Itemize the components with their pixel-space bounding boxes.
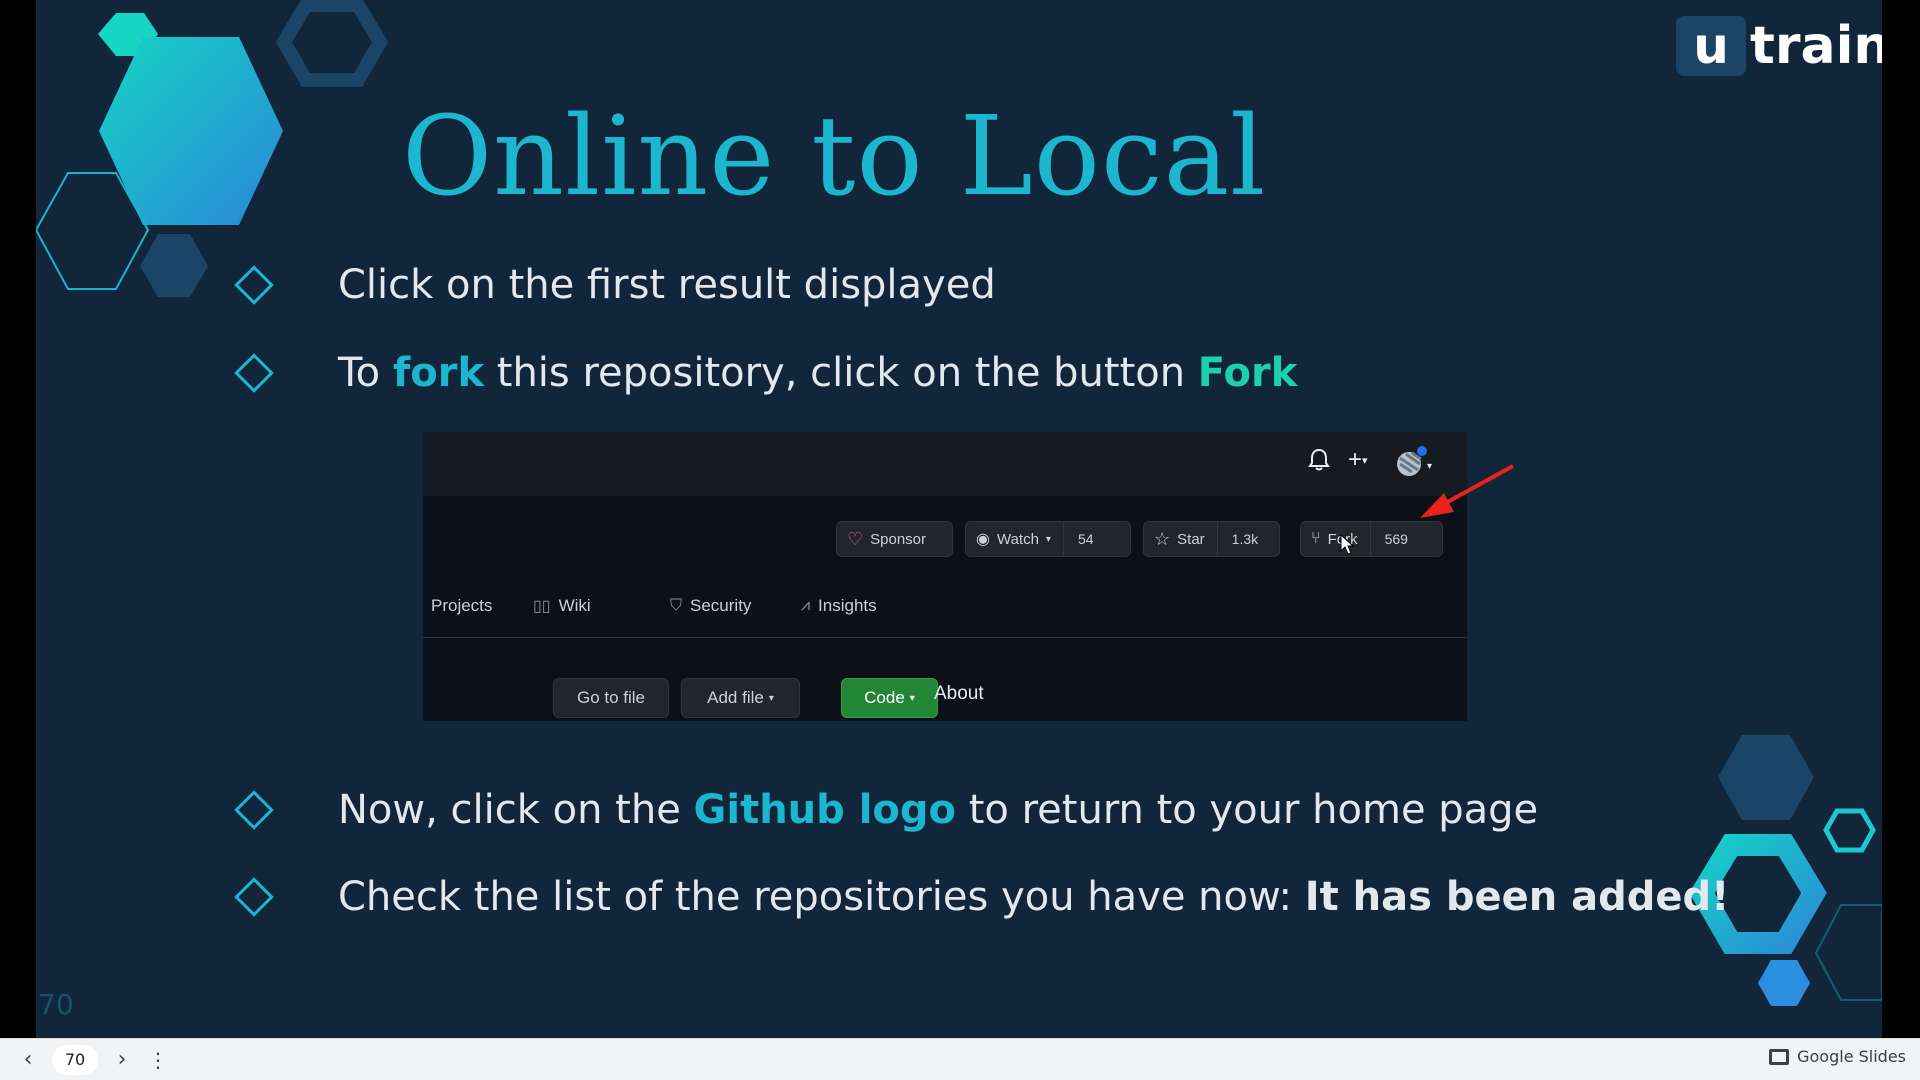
slides-toolbar: ‹ 70 › ⋮ Google Slides: [0, 1038, 1920, 1080]
previous-slide-icon[interactable]: ‹: [10, 1047, 46, 1072]
watch-button[interactable]: ◉ Watch ▾ 54: [965, 521, 1131, 557]
svg-text:▾: ▾: [1427, 461, 1432, 472]
hexagon-outline-right: [1814, 904, 1882, 1001]
bullet-4-text: Check the list of the repositories you h…: [338, 874, 1730, 920]
github-header: +▾ ▾: [423, 432, 1467, 496]
diamond-bullet-icon: [234, 265, 274, 305]
bullet-4: Check the list of the repositories you h…: [230, 874, 1729, 920]
hexagon-small-navy: [140, 234, 208, 297]
bullet-2-text: To fork this repository, click on the bu…: [338, 350, 1298, 396]
hexagon-outline-dark: [275, 0, 389, 87]
heart-icon: ♡: [847, 528, 864, 549]
hexagon-small-blue: [1758, 960, 1810, 1006]
plus-dropdown-icon[interactable]: +▾: [1348, 446, 1368, 474]
chevron-down-icon: ▾: [768, 692, 774, 704]
utrain-logo: u train: [1676, 16, 1882, 76]
bullet-3-text: Now, click on the Github logo to return …: [338, 787, 1539, 833]
tab-divider: [423, 637, 1467, 638]
watch-count: 54: [1062, 522, 1108, 556]
star-icon: ☆: [1154, 528, 1171, 549]
slide-title: Online to Local: [402, 92, 1267, 220]
fork-button[interactable]: ⑂Fork 569: [1300, 521, 1443, 557]
fork-icon: ⑂: [1311, 530, 1321, 547]
shield-icon: ⛉: [670, 597, 683, 614]
google-slides-link[interactable]: Google Slides: [1769, 1047, 1906, 1066]
logo-word: train: [1750, 16, 1882, 76]
mouse-cursor-icon: [1340, 534, 1355, 555]
about-heading: About: [934, 683, 984, 704]
logo-mark: u: [1676, 16, 1746, 76]
book-icon: ▯▯: [533, 598, 551, 615]
hexagon-large-gradient: [99, 37, 283, 225]
next-slide-icon[interactable]: ›: [104, 1047, 140, 1072]
go-to-file-button[interactable]: Go to file: [553, 678, 669, 718]
bullet-1: Click on the first result displayed: [230, 262, 996, 308]
diamond-bullet-icon: [234, 877, 274, 917]
page-number-field[interactable]: 70: [52, 1044, 98, 1075]
slide: Online to Local u train Click on the fir…: [36, 0, 1882, 1038]
slide-page-number: 70: [38, 988, 74, 1021]
more-options-icon[interactable]: ⋮: [140, 1048, 176, 1072]
graph-icon: ⩘: [801, 597, 811, 614]
bullet-1-text: Click on the first result displayed: [338, 262, 996, 308]
tab-projects[interactable]: Projects: [431, 596, 492, 616]
slides-icon: [1769, 1048, 1790, 1065]
bullet-3: Now, click on the Github logo to return …: [230, 787, 1538, 833]
sponsor-button[interactable]: ♡ Sponsor: [836, 521, 953, 557]
slide-viewport: Online to Local u train Click on the fir…: [0, 0, 1920, 1038]
star-button[interactable]: ☆ Star 1.3k: [1143, 521, 1280, 557]
add-file-button[interactable]: Add file ▾: [681, 678, 800, 718]
diamond-bullet-icon: [234, 790, 274, 830]
star-count: 1.3k: [1216, 522, 1272, 556]
bell-icon[interactable]: [1308, 448, 1330, 478]
chevron-down-icon: ▾: [909, 692, 915, 704]
bullet-2: To fork this repository, click on the bu…: [230, 350, 1297, 396]
diamond-bullet-icon: [234, 353, 274, 393]
tab-insights[interactable]: ⩘ Insights: [801, 596, 877, 616]
eye-icon: ◉: [976, 531, 990, 548]
tab-wiki[interactable]: ▯▯ Wiki: [533, 596, 591, 616]
github-screenshot: +▾ ▾ ♡Sponsor ◉Watch▾ 54 ☆Star 1.3k ⑂For…: [423, 432, 1467, 721]
avatar[interactable]: ▾: [1396, 445, 1438, 483]
code-button[interactable]: Code ▾: [841, 678, 938, 718]
fork-count: 569: [1369, 522, 1422, 556]
chevron-down-icon: ▾: [1045, 533, 1051, 545]
hexagon-navy-right: [1718, 735, 1814, 820]
hexagon-small-outline-right: [1823, 808, 1876, 853]
tab-security[interactable]: ⛉ Security: [670, 596, 751, 616]
